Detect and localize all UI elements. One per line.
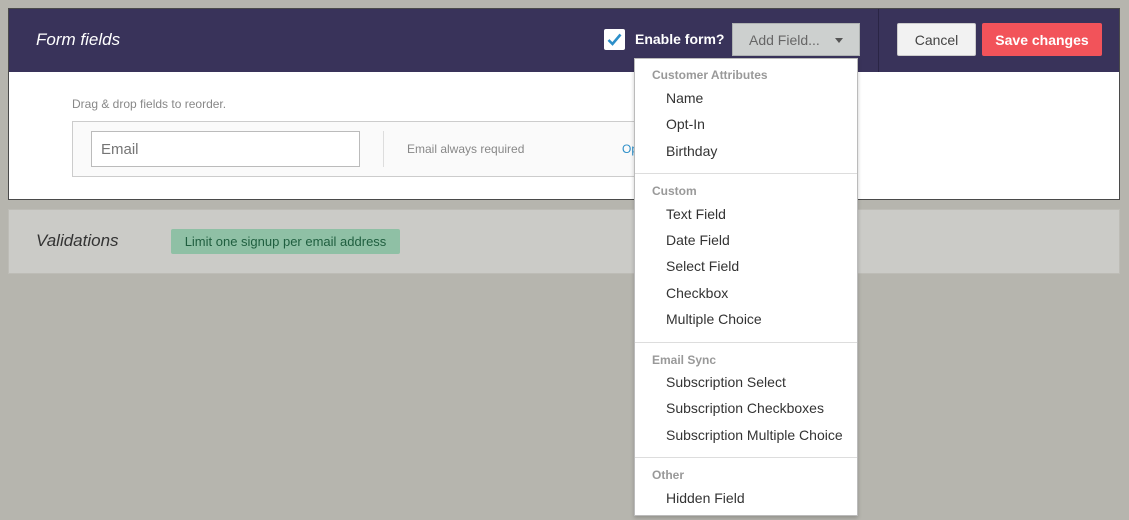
enable-form-checkbox[interactable] <box>604 29 625 50</box>
add-field-label: Add Field... <box>749 31 820 48</box>
menu-item-subscription-multiple-choice[interactable]: Subscription Multiple Choice <box>666 427 843 443</box>
caret-down-icon <box>835 38 843 43</box>
enable-form-label: Enable form? <box>635 31 725 47</box>
panel-title: Form fields <box>36 30 121 49</box>
header-divider <box>878 9 879 72</box>
validations-title: Validations <box>36 231 119 250</box>
menu-item-subscription-checkboxes[interactable]: Subscription Checkboxes <box>666 400 824 416</box>
add-field-menu: Customer Attributes Name Opt-In Birthday… <box>634 58 858 516</box>
email-required-note: Email always required <box>407 142 525 156</box>
email-field-row[interactable]: Email always required Op <box>72 121 692 177</box>
menu-item-checkbox[interactable]: Checkbox <box>666 285 728 301</box>
menu-separator <box>635 457 857 458</box>
menu-item-hidden-field[interactable]: Hidden Field <box>666 490 745 506</box>
menu-item-name[interactable]: Name <box>666 90 703 106</box>
menu-item-text-field[interactable]: Text Field <box>666 206 726 222</box>
menu-item-multiple-choice[interactable]: Multiple Choice <box>666 311 762 327</box>
menu-item-birthday[interactable]: Birthday <box>666 143 717 159</box>
menu-item-select-field[interactable]: Select Field <box>666 258 739 274</box>
menu-group-customer-attributes: Customer Attributes <box>652 68 768 82</box>
drag-drop-hint: Drag & drop fields to reorder. <box>72 97 227 111</box>
menu-item-opt-in[interactable]: Opt-In <box>666 116 705 132</box>
save-changes-button[interactable]: Save changes <box>982 23 1102 56</box>
panel-header: Form fields Enable form? Add Field... Ca… <box>9 9 1119 72</box>
menu-item-date-field[interactable]: Date Field <box>666 232 730 248</box>
validation-rule-tag[interactable]: Limit one signup per email address <box>171 229 400 254</box>
menu-group-email-sync: Email Sync <box>652 353 717 367</box>
menu-group-custom: Custom <box>652 184 697 198</box>
email-field-preview[interactable] <box>91 131 360 167</box>
menu-separator <box>635 173 857 174</box>
menu-group-other: Other <box>652 468 685 482</box>
add-field-dropdown-button[interactable]: Add Field... <box>732 23 860 56</box>
form-fields-panel: Form fields Enable form? Add Field... Ca… <box>8 8 1120 200</box>
field-row-divider <box>383 131 384 167</box>
menu-separator <box>635 342 857 343</box>
cancel-button[interactable]: Cancel <box>897 23 976 56</box>
checkmark-icon <box>607 33 622 46</box>
validations-panel: Validations Limit one signup per email a… <box>8 209 1120 274</box>
menu-item-subscription-select[interactable]: Subscription Select <box>666 374 786 390</box>
